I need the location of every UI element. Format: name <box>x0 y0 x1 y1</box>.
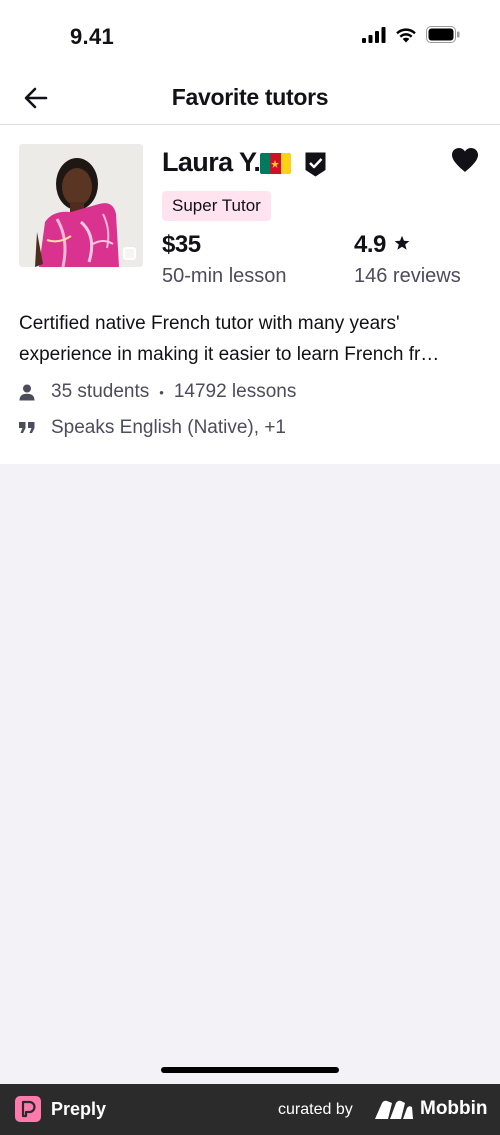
students-count: 35 students <box>51 381 150 402</box>
tutor-description: Certified native French tutor with many … <box>19 313 440 365</box>
tutor-card[interactable]: Laura Y. Super Tutor $35 50-min lesson 4… <box>0 125 500 464</box>
lesson-duration: 50-min lesson <box>162 265 287 287</box>
quote-icon <box>19 418 41 438</box>
tutor-avatar[interactable] <box>19 144 143 267</box>
home-indicator[interactable] <box>161 1067 339 1073</box>
signal-icon <box>362 26 386 43</box>
tutor-name[interactable]: Laura Y. <box>162 147 261 178</box>
students-lessons-row: 35 students • 14792 lessons <box>19 381 296 403</box>
page-title: Favorite tutors <box>171 84 329 110</box>
rating: 4.9 <box>354 231 386 258</box>
battery-icon <box>426 26 460 43</box>
verified-shield-icon <box>305 152 326 177</box>
separator-dot: • <box>159 384 164 400</box>
footer-bar: Preply curated by Mobbin <box>0 1084 500 1135</box>
nav-bar: Favorite tutors <box>0 72 500 125</box>
reviews-count: 146 reviews <box>354 265 461 287</box>
mobbin-logo-icon <box>375 1100 413 1119</box>
super-tutor-badge: Super Tutor <box>162 191 271 221</box>
mobbin-brand: Mobbin <box>420 1098 488 1119</box>
status-time: 9.41 <box>70 24 115 49</box>
preply-logo-icon <box>15 1096 41 1122</box>
status-icons <box>362 26 460 43</box>
cameroon-flag-icon <box>260 153 291 174</box>
preply-brand: Preply <box>51 1099 107 1119</box>
wifi-icon <box>396 28 416 43</box>
status-bar: 9.41 <box>0 0 500 72</box>
star-icon <box>394 235 410 250</box>
video-indicator <box>123 247 136 260</box>
curated-by-label: curated by <box>278 1101 353 1118</box>
lessons-count: 14792 lessons <box>173 381 297 402</box>
person-icon <box>19 382 41 402</box>
languages-row: Speaks English (Native), +1 <box>19 417 286 439</box>
price: $35 <box>162 231 201 258</box>
heart-icon[interactable] <box>450 146 480 174</box>
speaks-languages: Speaks English (Native), +1 <box>51 417 286 438</box>
